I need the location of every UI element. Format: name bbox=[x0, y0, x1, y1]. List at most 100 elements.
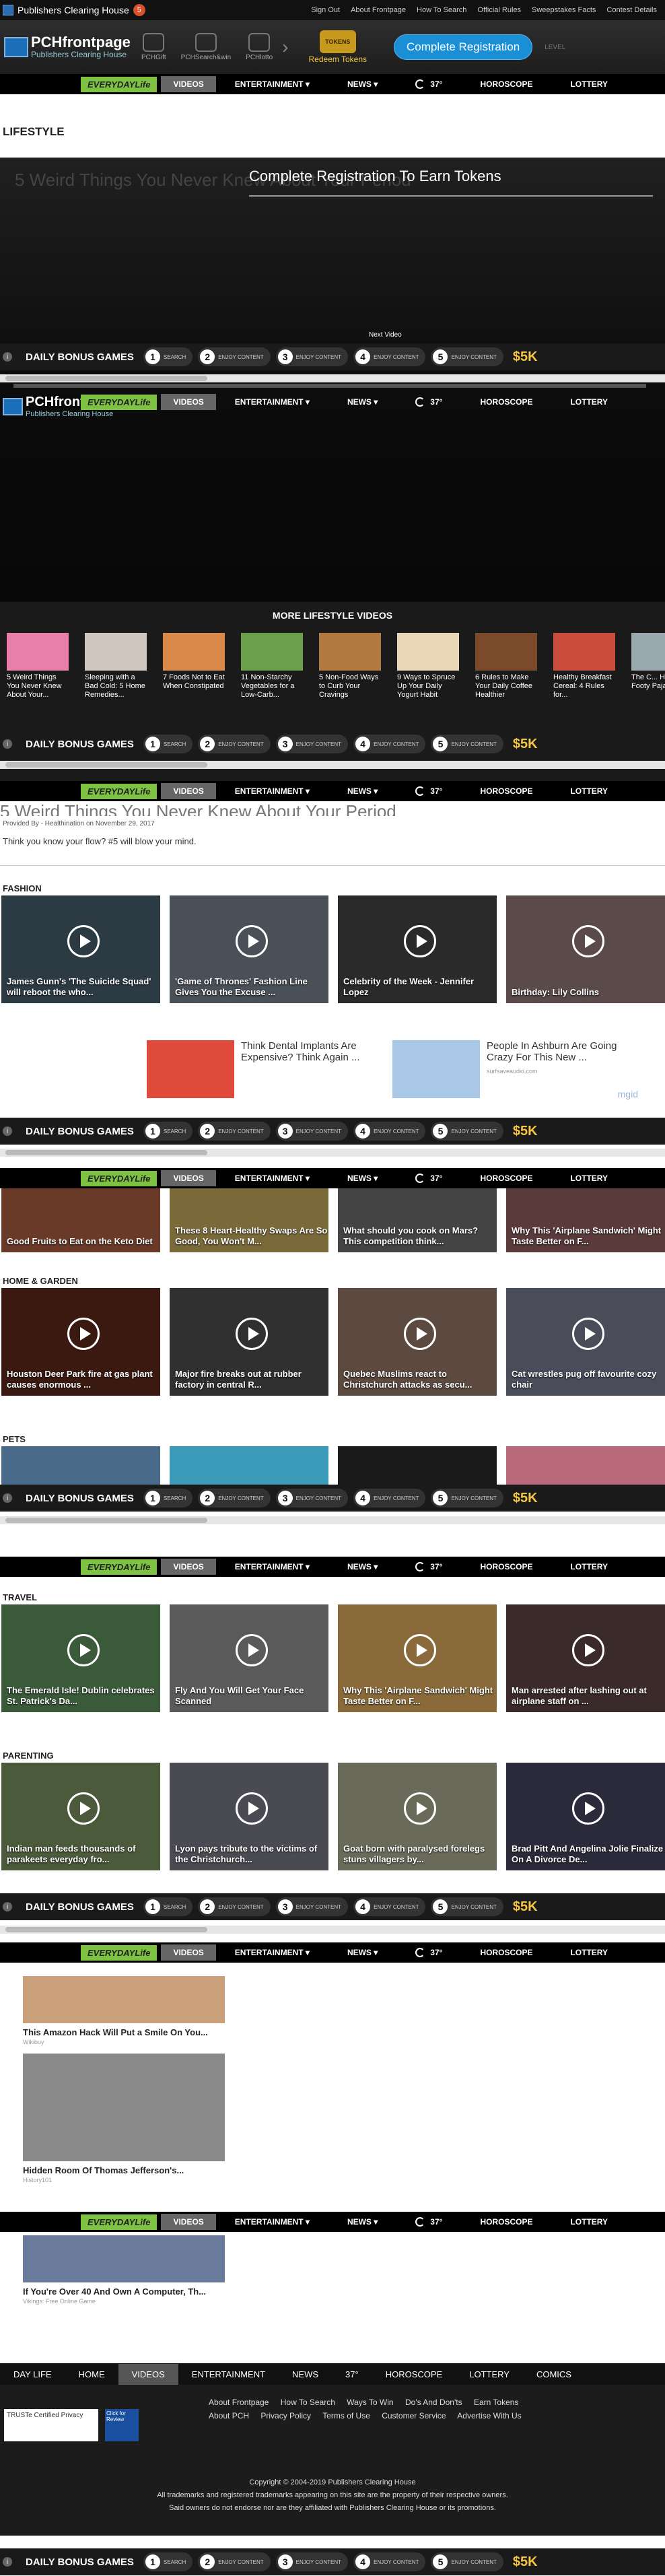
chevron-right-icon[interactable]: › bbox=[282, 36, 288, 58]
video-card[interactable] bbox=[170, 1446, 328, 1487]
video-card[interactable] bbox=[338, 1446, 497, 1487]
entertainment-tab[interactable]: ENTERTAINMENT ▾ bbox=[216, 786, 328, 796]
video-card[interactable]: Why This 'Airplane Sandwich' Might Taste… bbox=[506, 1188, 665, 1252]
entertainment-tab[interactable]: ENTERTAINMENT ▾ bbox=[216, 79, 328, 89]
everyday-life-tab[interactable]: EVERYDAYLife bbox=[81, 1944, 158, 1961]
info-icon[interactable]: i bbox=[3, 1902, 12, 1911]
how-to-search-link[interactable]: How To Search bbox=[417, 6, 466, 14]
video-card[interactable] bbox=[506, 1446, 665, 1487]
bonus-slot[interactable]: 4 ENJOY CONTENT bbox=[353, 1122, 426, 1141]
weather-tab[interactable]: 37° bbox=[396, 1562, 461, 1571]
weather-tab[interactable]: 37° bbox=[396, 1948, 461, 1957]
bonus-slot[interactable]: 2 ENJOY CONTENT bbox=[198, 1122, 271, 1141]
ad-card[interactable]: People In Ashburn Are Going Crazy For Th… bbox=[392, 1040, 628, 1098]
bonus-slot[interactable]: 5 ENJOY CONTENT bbox=[431, 1122, 503, 1141]
more-video-card[interactable]: 11 Non-Starchy Vegetables for a Low-Carb… bbox=[241, 633, 303, 700]
pch-gift-link[interactable]: PCHGift bbox=[141, 33, 166, 61]
horoscope-tab[interactable]: HOROSCOPE bbox=[461, 786, 551, 796]
more-video-card[interactable]: 9 Ways to Spruce Up Your Daily Yogurt Ha… bbox=[397, 633, 459, 700]
footer-nav-item[interactable]: VIDEOS bbox=[118, 2363, 178, 2385]
horizontal-scrollbar[interactable] bbox=[0, 1926, 665, 1934]
footer-link[interactable]: Advertise With Us bbox=[457, 2411, 521, 2420]
bonus-slot[interactable]: 4 ENJOY CONTENT bbox=[353, 1897, 426, 1916]
recommended-item[interactable]: Hidden Room Of Thomas Jefferson's... His… bbox=[23, 2054, 225, 2183]
horoscope-tab[interactable]: HOROSCOPE bbox=[461, 1948, 551, 1957]
info-icon[interactable]: i bbox=[3, 739, 12, 749]
lottery-tab[interactable]: LOTTERY bbox=[551, 397, 627, 407]
bonus-slot[interactable]: 3 ENJOY CONTENT bbox=[275, 735, 349, 753]
entertainment-tab[interactable]: ENTERTAINMENT ▾ bbox=[216, 1948, 328, 1957]
bonus-slot[interactable]: 1 SEARCH bbox=[143, 1489, 193, 1507]
lottery-tab[interactable]: LOTTERY bbox=[551, 786, 627, 796]
more-video-card[interactable]: Healthy Breakfast Cereal: 4 Rules for... bbox=[553, 633, 615, 700]
video-card[interactable]: Cat wrestles pug off favourite cozy chai… bbox=[506, 1288, 665, 1396]
more-video-card[interactable]: 5 Weird Things You Never Knew About Your… bbox=[7, 633, 69, 700]
complete-registration-button[interactable]: Complete Registration bbox=[394, 34, 533, 60]
footer-link[interactable]: Customer Service bbox=[382, 2411, 446, 2420]
bonus-slot[interactable]: 3 ENJOY CONTENT bbox=[275, 1489, 349, 1507]
video-card[interactable]: Good Fruits to Eat on the Keto Diet bbox=[1, 1188, 160, 1252]
everyday-life-tab[interactable]: EVERYDAYLife bbox=[81, 2214, 158, 2230]
everyday-life-tab[interactable]: EVERYDAYLife bbox=[81, 76, 158, 92]
video-card[interactable]: These 8 Heart-Healthy Swaps Are So Good,… bbox=[170, 1188, 328, 1252]
entertainment-tab[interactable]: ENTERTAINMENT ▾ bbox=[216, 1174, 328, 1183]
bonus-prize[interactable]: $5K bbox=[513, 1899, 538, 1915]
video-card[interactable]: Goat born with paralysed forelegs stuns … bbox=[338, 1763, 497, 1870]
info-icon[interactable]: i bbox=[3, 1126, 12, 1136]
ad-card[interactable]: Think Dental Implants Are Expensive? Thi… bbox=[147, 1040, 382, 1098]
videos-tab[interactable]: VIDEOS bbox=[161, 76, 216, 92]
videos-tab[interactable]: VIDEOS bbox=[161, 1559, 216, 1575]
bonus-prize[interactable]: $5K bbox=[513, 2554, 538, 2570]
news-tab[interactable]: NEWS ▾ bbox=[328, 397, 396, 407]
video-card[interactable]: Birthday: Lily Collins bbox=[506, 895, 665, 1003]
contest-details-link[interactable]: Contest Details bbox=[606, 6, 657, 14]
bonus-slot[interactable]: 1 SEARCH bbox=[143, 735, 193, 753]
bonus-slot[interactable]: 1 SEARCH bbox=[143, 2552, 193, 2571]
more-video-card[interactable]: 7 Foods Not to Eat When Constipated bbox=[163, 633, 225, 700]
more-video-card[interactable]: The C... Histo... Footy Paja... bbox=[631, 633, 665, 700]
sweepstakes-facts-link[interactable]: Sweepstakes Facts bbox=[532, 6, 596, 14]
video-progress-bar[interactable] bbox=[13, 384, 646, 388]
official-rules-link[interactable]: Official Rules bbox=[477, 6, 521, 14]
footer-nav-item[interactable]: HOROSCOPE bbox=[372, 2369, 456, 2379]
videos-tab[interactable]: VIDEOS bbox=[161, 783, 216, 799]
lottery-tab[interactable]: LOTTERY bbox=[551, 1562, 627, 1571]
horoscope-tab[interactable]: HOROSCOPE bbox=[461, 1562, 551, 1571]
recommended-item[interactable]: If You're Over 40 And Own A Computer, Th… bbox=[23, 2235, 225, 2305]
bonus-slot[interactable]: 1 SEARCH bbox=[143, 1122, 193, 1141]
lottery-tab[interactable]: LOTTERY bbox=[551, 1174, 627, 1183]
weather-tab[interactable]: 37° bbox=[396, 2217, 461, 2227]
entertainment-tab[interactable]: ENTERTAINMENT ▾ bbox=[216, 397, 328, 407]
bonus-prize[interactable]: $5K bbox=[513, 1491, 538, 1506]
footer-nav-item[interactable]: HOME bbox=[65, 2369, 118, 2379]
footer-nav-item[interactable]: NEWS bbox=[279, 2369, 332, 2379]
truste-badge[interactable]: TRUSTe Certified Privacy bbox=[4, 2409, 98, 2441]
footer-link[interactable]: About Frontpage bbox=[209, 2398, 269, 2407]
lottery-tab[interactable]: LOTTERY bbox=[551, 2217, 627, 2227]
bonus-slot[interactable]: 1 SEARCH bbox=[143, 1897, 193, 1916]
videos-tab[interactable]: VIDEOS bbox=[161, 1170, 216, 1186]
videos-tab[interactable]: VIDEOS bbox=[161, 1944, 216, 1961]
news-tab[interactable]: NEWS ▾ bbox=[328, 79, 396, 89]
horizontal-scrollbar[interactable] bbox=[0, 374, 665, 382]
topbar-brand[interactable]: Publishers Clearing House 5 bbox=[0, 4, 145, 16]
footer-link[interactable]: Privacy Policy bbox=[260, 2411, 311, 2420]
footer-link[interactable]: Ways To Win bbox=[347, 2398, 393, 2407]
bonus-slot[interactable]: 5 ENJOY CONTENT bbox=[431, 347, 503, 366]
info-icon[interactable]: i bbox=[3, 352, 12, 362]
news-tab[interactable]: NEWS ▾ bbox=[328, 1948, 396, 1957]
videos-tab[interactable]: VIDEOS bbox=[161, 2214, 216, 2230]
pch-search-link[interactable]: PCHSearch&win bbox=[181, 33, 231, 61]
horoscope-tab[interactable]: HOROSCOPE bbox=[461, 397, 551, 407]
entertainment-tab[interactable]: ENTERTAINMENT ▾ bbox=[216, 1562, 328, 1571]
news-tab[interactable]: NEWS ▾ bbox=[328, 1174, 396, 1183]
footer-nav-item[interactable]: DAY LIFE bbox=[0, 2369, 65, 2379]
site-logo[interactable]: PCHfrontpage Publishers Clearing House bbox=[0, 35, 135, 59]
more-video-card[interactable]: Sleeping with a Bad Cold: 5 Home Remedie… bbox=[85, 633, 147, 700]
video-card[interactable]: Fly And You Will Get Your Face Scanned bbox=[170, 1604, 328, 1712]
more-video-card[interactable]: 6 Rules to Make Your Daily Coffee Health… bbox=[475, 633, 537, 700]
bonus-prize[interactable]: $5K bbox=[513, 1124, 538, 1139]
video-card[interactable]: Major fire breaks out at rubber factory … bbox=[170, 1288, 328, 1396]
video-card[interactable]: Lyon pays tribute to the victims of the … bbox=[170, 1763, 328, 1870]
footer-nav-item[interactable]: LOTTERY bbox=[456, 2369, 523, 2379]
